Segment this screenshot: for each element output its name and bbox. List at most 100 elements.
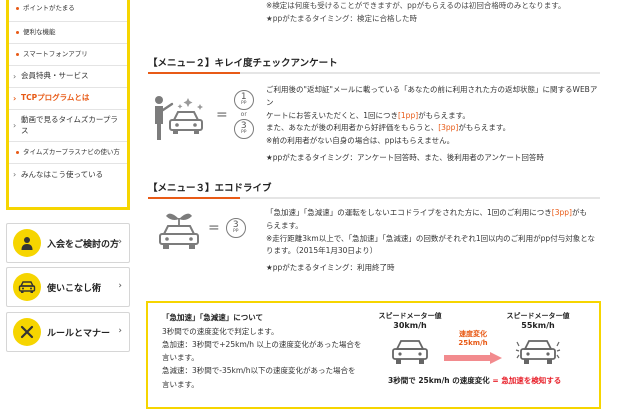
equals-sign: = [208,220,220,236]
sidebar-nav: ポイントがたまる 便利な機能 スマートフォンアプリ › 会員特典・サービス › … [6,0,130,210]
speed-value: 55km/h [521,321,555,331]
person-icon [13,229,41,257]
join-consider-button[interactable]: 入会をご検討の方 › [6,223,130,263]
sidebar-item-label: ポイントがたまる [23,4,75,13]
speed-label: スピードメーター値 [378,312,442,320]
survey-illustration [150,92,208,148]
section-underline [148,197,600,199]
speed-value: 30km/h [393,321,427,331]
sidebar-item-label: タイムズカープラスナビの使い方 [23,148,120,157]
menu2-line: ご利用後の"返却証"メールに載っている「あなたの前に利用された方の返却状態」に関… [266,85,598,107]
sidebar-item-label: TCPプログラムとは [21,93,90,103]
tips-button[interactable]: 使いこなし術 › [6,267,130,307]
pp-highlight: [1pp] [397,110,419,120]
menu2-title-text: 【メニュー２】キレイ度チェックアンケート [148,58,338,69]
chevron-right-icon: › [118,326,122,336]
bullet-icon [16,53,19,56]
pp-highlight: [3pp] [551,208,572,217]
sidebar-item-label: 便利な機能 [23,28,56,37]
main-content: ※検定は何度も受けることができますが、ppがもらえるのは初回合格時のみとなります… [142,0,618,412]
chevron-right-icon: › [13,93,17,103]
speed-label: スピードメーター値 [506,312,570,320]
sidebar-item-label: スマートフォンアプリ [23,50,88,59]
button-label: 入会をご検討の方 [47,239,120,250]
info-line: 急加速：3秒間で+25km/h 以上の速度変化があった場合を [162,340,362,350]
sidebar-item-points[interactable]: ポイントがたまる [9,0,127,22]
speedometer-after: スピードメーター値 55km/h [502,312,574,332]
speed-change-label: 速度変化 25km/h [448,330,498,348]
menu2-line: ケートにお答えいただくと、1回につき[1pp]がもらえます。 [266,110,602,123]
pp-highlight: [3pp] [438,123,459,133]
sidebar-item-usage[interactable]: › みんなはこう使っている [9,164,127,186]
pp-badge: 3 PP [233,119,254,139]
section-underline [148,72,600,74]
menu2-pp-badges: = 1 PP or 3 PP [210,90,254,139]
sidebar-item-label: 会員特典・サービス [21,71,89,81]
button-label: ルールとマナー [47,328,111,339]
menu3-description: 「急加速」「急減速」の運転をしないエコドライブをされた方に、1回のご利用につき[… [266,207,602,275]
text: がも [571,208,587,217]
chevron-right-icon: › [13,71,17,81]
text: がもらえます。 [458,123,511,133]
menu3-line: 「急加速」「急減速」の運転をしないエコドライブをされた方に、1回のご利用につき[… [266,207,602,220]
text: がもらえます。 [418,110,470,120]
pp-badge: 3 PP [225,218,246,238]
text: また、あなたが後の利用者から好評価をもらうと、 [266,123,439,133]
menu2-description: ご利用後の"返却証"メールに載っている「あなたの前に利用された方の返却状態」に関… [266,84,602,165]
change-label: 速度変化 [459,330,487,338]
pp-unit: PP [241,101,247,107]
menu3-line: らえます。 [266,220,303,230]
info-line: 急減速：3秒間で-35km/h以下の速度変化があった場合を [162,366,356,376]
chevron-right-icon: › [118,237,122,247]
sidebar-item-smartphone-app[interactable]: スマートフォンアプリ [9,44,127,66]
menu3-pp-badge: = 3 PP [202,218,246,238]
chevron-right-icon: › [13,120,17,130]
top-note-timing: ★ppがたまるタイミング：検定に合格した時 [266,14,418,24]
menu3-title-text: 【メニュー３】エコドライブ [148,183,272,194]
info-line: 言います。 [162,353,199,363]
sidebar-item-member-benefits[interactable]: › 会員特典・サービス [9,66,127,88]
sudden-accel-info-box: 「急加速」「急減速」について 3秒間での速度変化で判定します。 急加速：3秒間で… [146,301,601,409]
menu3-line: ります。（2015年1月30日より） [266,246,378,256]
chevron-right-icon: › [13,170,17,179]
text: 「急加速」「急減速」の運転をしないエコドライブをされた方に、1回のご利用につき [266,208,552,217]
sidebar-item-label: 動画で見るタイムズカープラス [21,115,118,135]
bullet-icon [16,151,19,154]
menu3-timing: ★ppがたまるタイミング：利用終了時 [266,263,395,272]
info-line: 言います。 [162,379,199,389]
rule-equals: = [492,376,499,385]
sidebar-item-video[interactable]: › 動画で見るタイムズカープラス [9,110,127,142]
text: ケートにお答えいただくと、1回につき [266,110,398,120]
rule-condition: 3秒間で 25km/h の速度変化 [388,376,490,385]
button-label: 使いこなし術 [47,283,102,294]
sidebar-item-label: みんなはこう使っている [21,169,104,179]
detection-rule: 3秒間で 25km/h の速度変化 = 急加速を検知する [388,375,561,386]
car-before-icon [390,336,430,370]
bullet-icon [16,31,19,34]
bullet-icon [16,7,19,10]
menu2-line: ※前の利用者がない自身の場合は、ppはもらえません。 [266,136,455,145]
car-icon [13,273,41,301]
pp-unit: PP [241,130,247,136]
sidebar-item-navi[interactable]: タイムズカープラスナビの使い方 [9,142,127,164]
chevron-right-icon: › [118,281,122,291]
menu3-title: 【メニュー３】エコドライブ [148,180,600,199]
rules-manners-button[interactable]: ルールとマナー › [6,312,130,352]
sidebar-item-tcp-program[interactable]: › TCPプログラムとは [9,88,127,110]
sidebar-item-features[interactable]: 便利な機能 [9,22,127,44]
pp-unit: PP [233,229,239,235]
arrow-right-icon [444,349,504,368]
rule-result: 急加速を検知する [501,376,562,385]
top-note: ※検定は何度も受けることができますが、ppがもらえるのは初回合格時のみとなります… [266,0,565,25]
info-line: 3秒間での速度変化で判定します。 [162,327,279,336]
menu2-line: また、あなたが後の利用者から好評価をもらうと、[3pp]がもらえます。 [266,122,602,135]
info-box-body: 3秒間での速度変化で判定します。 急加速：3秒間で+25km/h 以上の速度変化… [162,325,372,391]
pp-badge: 1 PP [233,90,254,110]
top-note-line: ※検定は何度も受けることができますが、ppがもらえるのは初回合格時のみとなります… [266,1,566,10]
or-label: or [240,111,247,118]
menu2-timing: ★ppがたまるタイミング：アンケート回答時、また、後利用者のアンケート回答時 [266,152,544,162]
change-value: 25km/h [458,339,488,348]
eco-car-icon [156,208,202,256]
car-after-icon [514,336,562,370]
menu2-title: 【メニュー２】キレイ度チェックアンケート [148,55,600,74]
